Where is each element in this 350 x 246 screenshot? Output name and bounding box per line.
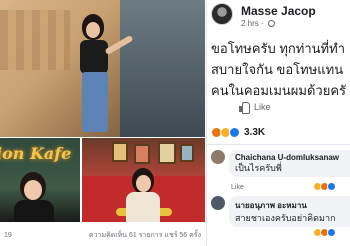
post-text-line: สบายใจกัน ขอโทษแทน xyxy=(211,62,344,77)
meta-separator: · xyxy=(261,19,266,28)
person-top xyxy=(80,40,108,74)
author-name[interactable]: Masse Jacop xyxy=(241,4,316,18)
person-body xyxy=(126,192,160,222)
reaction-count: 3.3K xyxy=(244,127,266,138)
like-button[interactable]: Like xyxy=(239,102,271,114)
main-photo[interactable] xyxy=(0,0,205,137)
post-text-line: คนในคอมเมนผมด้วยครั xyxy=(211,83,347,98)
wall-frame xyxy=(112,142,128,162)
comment-reactions[interactable] xyxy=(313,182,336,191)
post-body: ขอโทษครับ ทุกท่านที่ทำ สบายใจกัน ขอโทษแท… xyxy=(211,38,350,101)
bottom-right-photo[interactable] xyxy=(82,138,205,222)
divider xyxy=(207,144,350,145)
wall-frame xyxy=(180,144,194,162)
like-reaction-icon xyxy=(229,127,240,138)
like-reaction-icon xyxy=(327,182,336,191)
person-body xyxy=(14,200,54,222)
comment-text: เป็นไรครับพี่ xyxy=(235,163,282,173)
reaction-count-left[interactable]: 19 xyxy=(4,232,12,239)
wall-frame xyxy=(158,142,176,164)
comment-bubble: Chaichana U-domluksanaw เป็นไรครับพี่ xyxy=(229,150,350,177)
person-face xyxy=(24,180,42,200)
photo-post-footer: 19 ความคิดเห็น 61 รายการ แชร์ 56 ครั้ง xyxy=(0,224,205,246)
reaction-summary[interactable]: 3.3K xyxy=(211,127,265,138)
like-reaction-icon xyxy=(327,228,336,237)
photo-collage-post: ion Kafe 19 ความคิดเห็น 61 รายการ แชร์ 5… xyxy=(0,0,205,246)
comments-shares-count[interactable]: ความคิดเห็น 61 รายการ แชร์ 56 ครั้ง xyxy=(89,230,201,241)
wall-frame xyxy=(134,144,150,164)
comment-reactions[interactable] xyxy=(313,228,336,237)
like-label: Like xyxy=(254,102,271,112)
thumbs-up-icon xyxy=(239,102,250,114)
post-time[interactable]: 2 hrs xyxy=(241,19,259,28)
comment-like-button[interactable]: Like xyxy=(231,184,244,191)
comment-text: สายชาเองครับอย่าคิดมาก xyxy=(235,213,336,223)
commenter-name[interactable]: Chaichana U-domluksanaw xyxy=(235,153,350,162)
cafe-sign: ion Kafe xyxy=(0,144,72,163)
post-header: Masse Jacop 2 hrs · xyxy=(211,3,350,31)
bottom-left-photo[interactable]: ion Kafe xyxy=(0,138,80,222)
person-face xyxy=(86,22,100,38)
person-face xyxy=(136,175,151,192)
post-text-line: ขอโทษครับ ทุกท่านที่ทำ xyxy=(211,41,345,56)
door-decor xyxy=(120,0,205,137)
person-jeans xyxy=(82,72,108,132)
facebook-post: Masse Jacop 2 hrs · ขอโทษครับ ทุกท่านที่… xyxy=(206,0,350,246)
globe-icon xyxy=(267,20,275,27)
author-avatar[interactable] xyxy=(211,3,233,25)
commenter-name[interactable]: นายอนุภาพ อะหมาน xyxy=(235,199,350,212)
post-meta: 2 hrs · xyxy=(241,19,275,28)
commenter-avatar[interactable] xyxy=(211,150,225,164)
shelf-decor xyxy=(0,10,70,70)
commenter-avatar[interactable] xyxy=(211,196,225,210)
comment-bubble: นายอนุภาพ อะหมาน สายชาเองครับอย่าคิดมาก xyxy=(229,196,350,227)
